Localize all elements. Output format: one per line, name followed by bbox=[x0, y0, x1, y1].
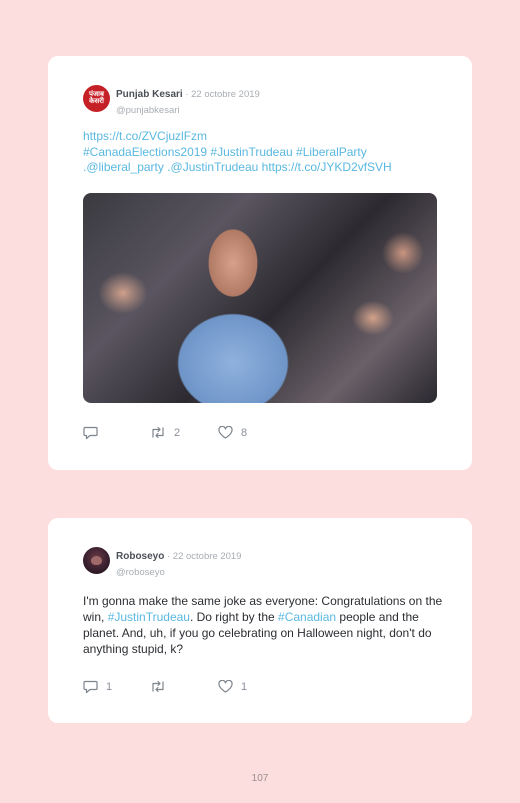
hashtag-link[interactable]: #Canadian bbox=[278, 610, 336, 624]
heart-icon bbox=[218, 679, 233, 693]
tweet-text: https://t.co/ZVCjuzlFzm #CanadaElections… bbox=[83, 129, 443, 176]
avatar[interactable]: पंजाब केसरी bbox=[83, 85, 110, 112]
like-button[interactable]: 1 bbox=[218, 679, 248, 693]
page-number: 107 bbox=[251, 773, 269, 784]
tweet-photo[interactable] bbox=[83, 193, 437, 403]
avatar-face bbox=[91, 556, 102, 565]
avatar-logo-text: पंजाब केसरी bbox=[89, 90, 104, 105]
tweet-card: पंजाब केसरी Punjab Kesari · 22 octobre 2… bbox=[48, 56, 472, 470]
hashtag-link[interactable]: #JustinTrudeau bbox=[108, 610, 190, 624]
retweet-button[interactable]: 2 bbox=[150, 426, 180, 439]
tweet-hashtag-line[interactable]: #CanadaElections2019 #JustinTrudeau #Lib… bbox=[83, 145, 443, 161]
avatar[interactable] bbox=[83, 547, 110, 574]
like-count: 1 bbox=[241, 680, 248, 693]
tweet-date[interactable]: · 22 octobre 2019 bbox=[183, 89, 259, 100]
tweet-header: Roboseyo · 22 octobre 2019 @roboseyo bbox=[116, 546, 241, 578]
retweet-count: 2 bbox=[174, 426, 181, 439]
author-handle[interactable]: @punjabkesari bbox=[116, 105, 260, 116]
tweet-text-part: . Do right by the bbox=[189, 610, 279, 624]
like-button[interactable]: 8 bbox=[218, 425, 248, 439]
reply-icon bbox=[83, 426, 98, 440]
tweet-date[interactable]: · 22 octobre 2019 bbox=[164, 551, 241, 562]
heart-icon bbox=[218, 425, 233, 439]
tweet-text: I'm gonna make the same joke as everyone… bbox=[83, 593, 443, 657]
author-name[interactable]: Punjab Kesari bbox=[116, 89, 183, 100]
reply-button[interactable]: 1 bbox=[83, 680, 112, 694]
tweet-card: Roboseyo · 22 octobre 2019 @roboseyo I'm… bbox=[48, 518, 472, 723]
reply-icon bbox=[83, 680, 98, 694]
reply-count: 1 bbox=[106, 681, 113, 693]
retweet-button[interactable] bbox=[150, 680, 166, 693]
tweet-header: Punjab Kesari · 22 octobre 2019 @punjabk… bbox=[116, 84, 260, 116]
tweet-link-line[interactable]: https://t.co/ZVCjuzlFzm bbox=[83, 129, 443, 145]
reply-button[interactable] bbox=[83, 426, 98, 440]
retweet-icon bbox=[152, 426, 164, 439]
tweet-mention-line[interactable]: .@liberal_party .@JustinTrudeau https://… bbox=[83, 160, 443, 176]
retweet-icon bbox=[152, 680, 164, 693]
author-name[interactable]: Roboseyo bbox=[116, 551, 164, 562]
like-count: 8 bbox=[241, 426, 248, 439]
author-handle[interactable]: @roboseyo bbox=[116, 567, 241, 578]
